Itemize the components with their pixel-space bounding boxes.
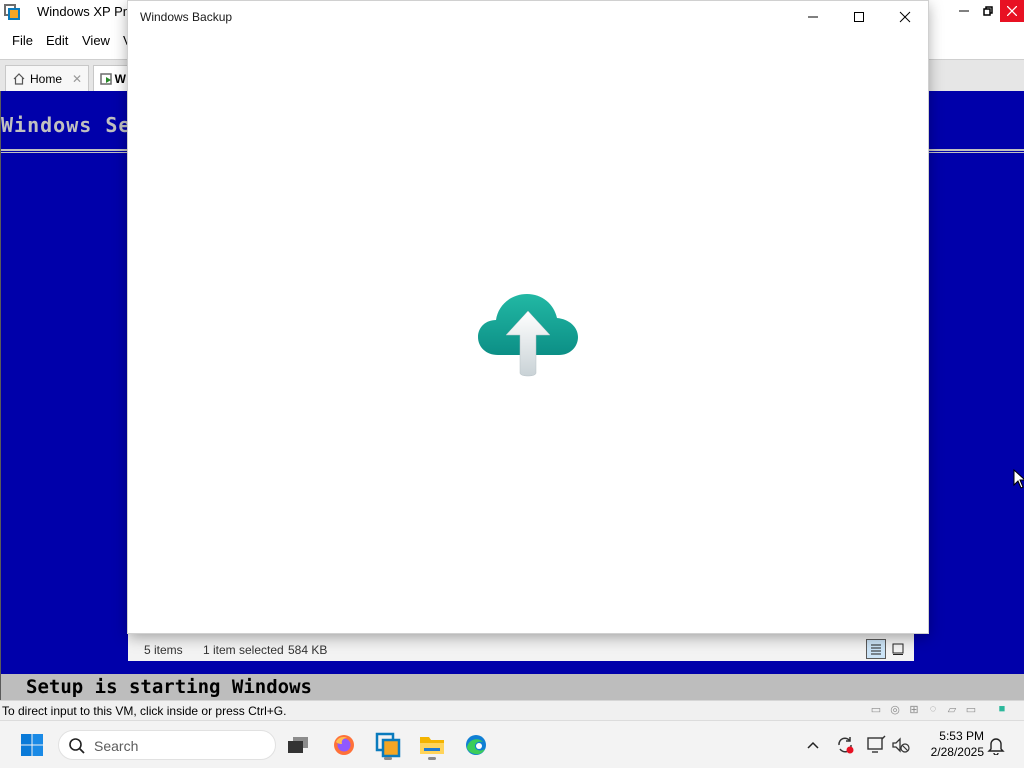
tab-close-icon[interactable]: ✕: [72, 72, 82, 86]
chevron-up-icon[interactable]: [805, 735, 821, 755]
details-view-icon: [871, 644, 881, 655]
file-explorer-button[interactable]: [416, 729, 448, 761]
large-icons-view-icon: [892, 643, 904, 655]
close-icon: [899, 11, 911, 23]
vmware-app-icon: [4, 4, 20, 20]
tab-home-label: Home: [30, 71, 63, 86]
display-icon[interactable]: ▭: [963, 703, 979, 717]
running-indicator: [384, 757, 392, 760]
windows-backup-window[interactable]: Windows Backup: [128, 1, 928, 633]
explorer-status-bar: 5 items 1 item selected 584 KB: [128, 633, 914, 661]
vmware-taskbar-button[interactable]: [372, 729, 404, 761]
menu-view[interactable]: View: [82, 33, 110, 48]
task-view-button[interactable]: [282, 729, 314, 761]
large-icons-view-button[interactable]: [888, 639, 908, 659]
vmware-minimize-button[interactable]: [952, 0, 976, 22]
clock-date: 2/28/2025: [930, 745, 984, 759]
mouse-cursor-icon: [1013, 469, 1024, 489]
details-view-button[interactable]: [866, 639, 886, 659]
running-indicator: [428, 757, 436, 760]
usb-icon[interactable]: ◌: [925, 703, 941, 717]
file-explorer-icon: [420, 737, 444, 754]
clock-time: 5:53 PM: [939, 729, 984, 743]
start-button[interactable]: [20, 733, 44, 757]
selection-info: 1 item selected: [203, 643, 284, 657]
close-icon: [1007, 6, 1017, 16]
tab-windows-xp[interactable]: W: [93, 65, 133, 91]
taskbar: Search 5:53 PM 2/28/2025: [0, 720, 1024, 768]
taskbar-clock[interactable]: 5:53 PM 2/28/2025: [920, 728, 984, 760]
menu-file[interactable]: File: [12, 33, 33, 48]
search-placeholder: Search: [94, 738, 139, 754]
backup-window-title: Windows Backup: [140, 10, 233, 24]
hdd-icon[interactable]: ▭: [868, 703, 884, 717]
backup-close-button[interactable]: [882, 1, 928, 33]
vmware-statusbar: To direct input to this VM, click inside…: [0, 700, 1024, 720]
backup-maximize-button[interactable]: [836, 1, 882, 33]
vm-device-icons: ▭ ◎ ⊞ ◌ ▱ ▭ ■: [868, 703, 1010, 717]
search-icon: [69, 738, 85, 754]
minimize-icon: [808, 16, 818, 18]
maximize-icon: [854, 12, 864, 22]
notification-bell-icon[interactable]: [987, 735, 1005, 755]
vmware-close-button[interactable]: [1000, 0, 1024, 22]
home-icon: [13, 72, 25, 85]
minimize-icon: [959, 10, 969, 12]
volume-muted-icon[interactable]: [891, 735, 911, 755]
tab-windows-xp-label: W: [114, 71, 126, 86]
edge-button[interactable]: [460, 729, 492, 761]
items-count: 5 items: [144, 643, 183, 657]
vm-input-hint: To direct input to this VM, click inside…: [2, 704, 287, 718]
firefox-button[interactable]: [328, 729, 360, 761]
message-icon[interactable]: ■: [994, 703, 1010, 717]
cloud-upload-icon: [478, 294, 578, 377]
selection-size: 584 KB: [288, 643, 328, 657]
sound-icon[interactable]: ▱: [944, 703, 960, 717]
backup-minimize-button[interactable]: [790, 1, 836, 33]
cd-icon[interactable]: ◎: [887, 703, 903, 717]
firefox-icon: [334, 735, 354, 755]
guest-status-bar: Setup is starting Windows: [1, 674, 1024, 700]
edge-icon: [466, 735, 486, 755]
network-icon[interactable]: ⊞: [906, 703, 922, 717]
vmware-restore-button[interactable]: [976, 0, 1000, 22]
vm-tab-icon: [100, 72, 112, 85]
sync-icon[interactable]: [835, 735, 855, 755]
task-view-icon: [288, 737, 308, 753]
guest-setup-header: Windows Se: [1, 113, 132, 137]
vmware-icon: [375, 732, 401, 758]
network-icon[interactable]: [866, 735, 886, 755]
menu-edit[interactable]: Edit: [46, 33, 68, 48]
tab-home[interactable]: Home ✕: [5, 65, 89, 91]
taskbar-search-box[interactable]: Search: [58, 730, 276, 760]
vmware-title: Windows XP Prof: [37, 4, 138, 19]
restore-icon: [983, 6, 993, 16]
